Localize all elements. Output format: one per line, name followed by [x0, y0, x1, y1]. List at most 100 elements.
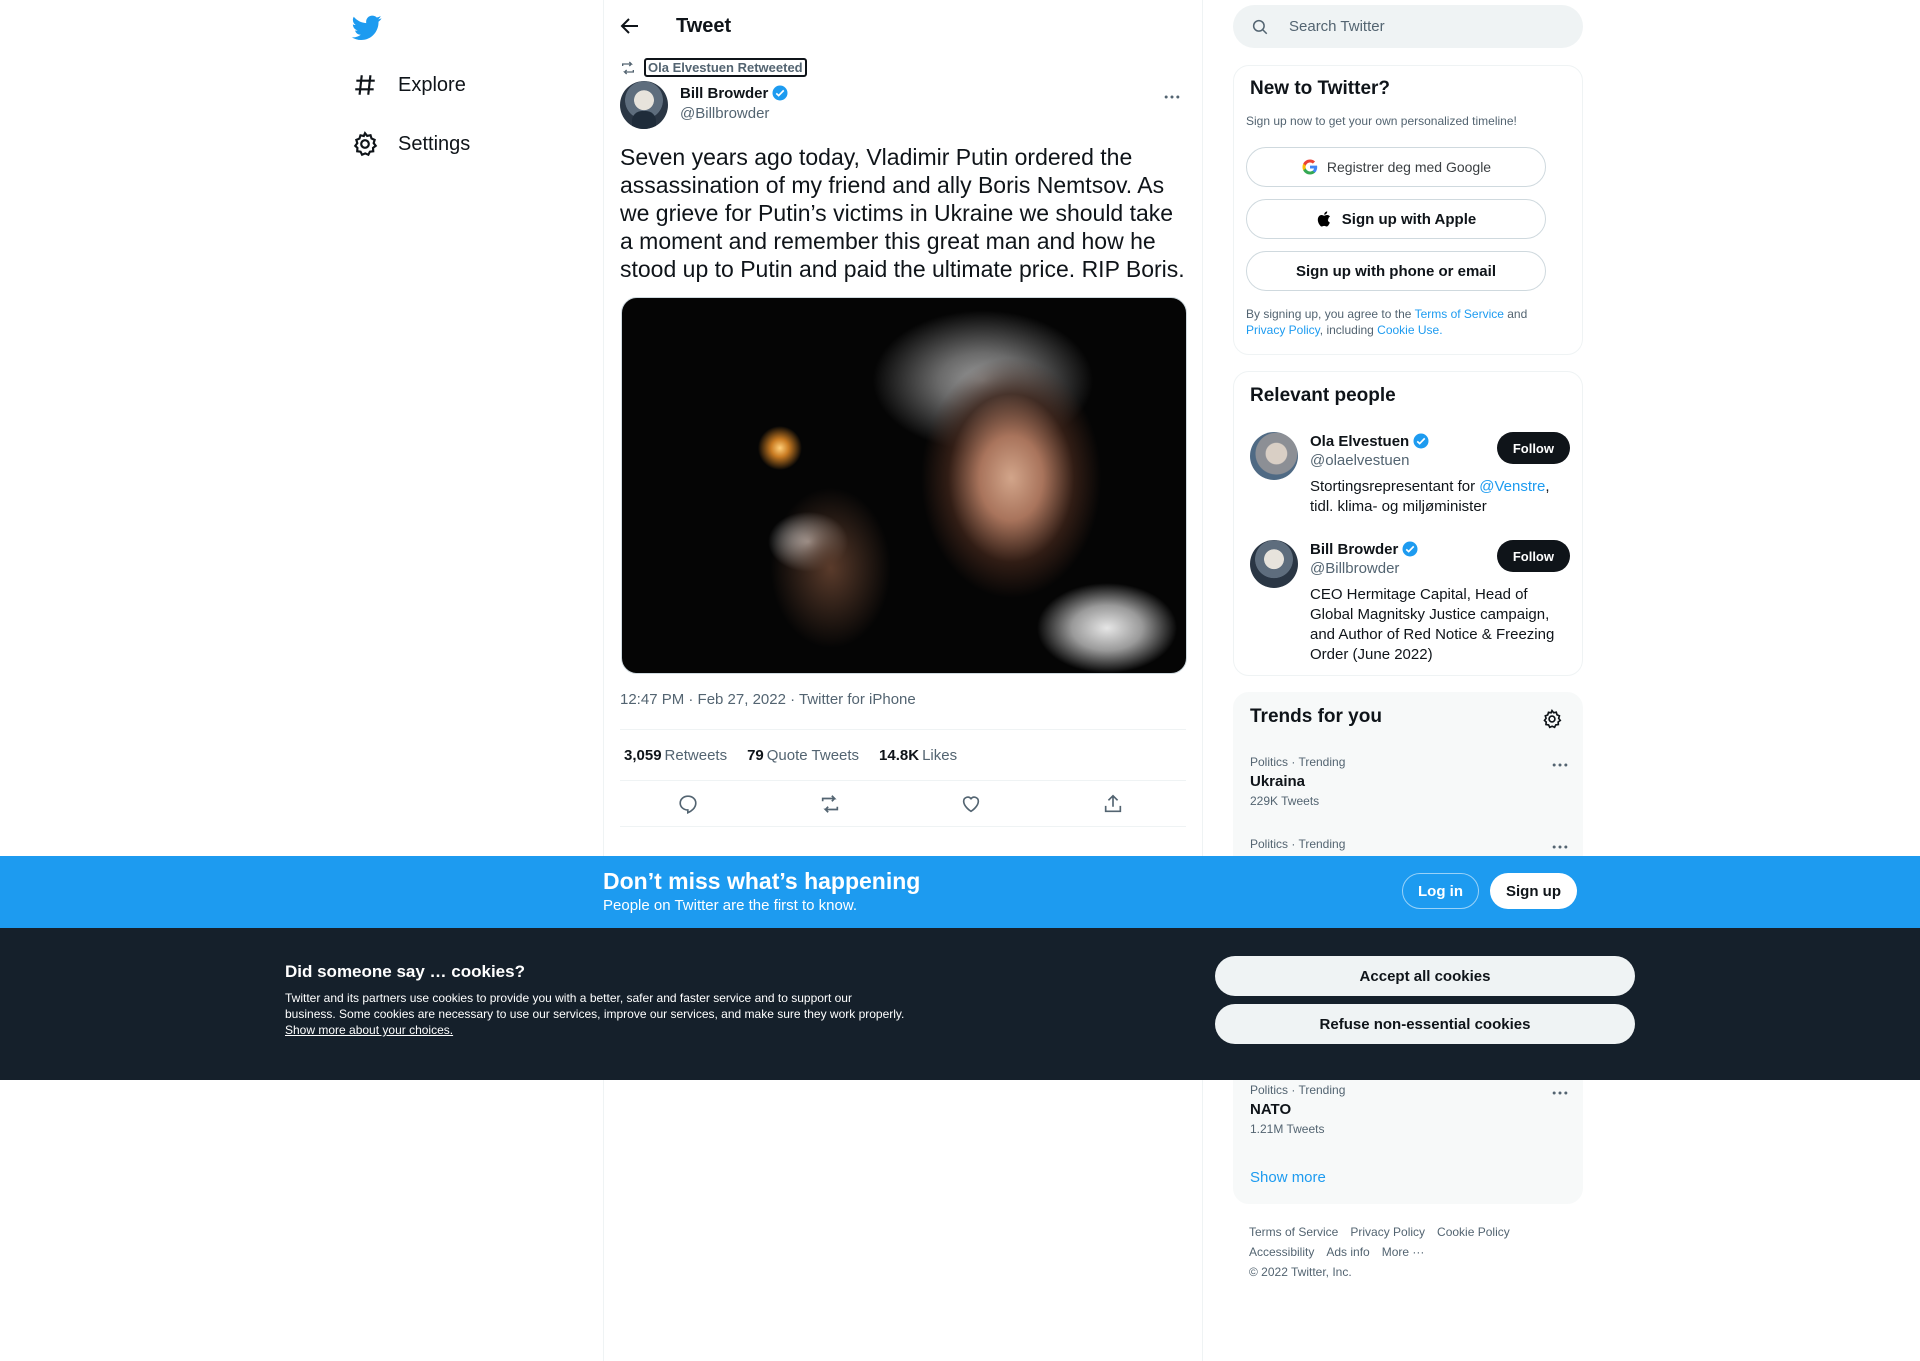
avatar[interactable] — [1250, 540, 1298, 588]
apple-signup-button[interactable]: Sign up with Apple — [1246, 199, 1546, 239]
trend-count: 1.21M Tweets — [1250, 1122, 1325, 1136]
quote-tweets-stat[interactable]: 79 Quote Tweets — [747, 747, 859, 764]
cookie-use-link[interactable]: Cookie Use. — [1377, 323, 1442, 337]
trend-name: NATO — [1250, 1101, 1292, 1118]
trend-category: Politics · Trending — [1250, 1083, 1346, 1097]
nav-explore-label: Explore — [398, 73, 466, 96]
legal-text-3: , including — [1319, 323, 1378, 337]
more-options-icon[interactable] — [1550, 837, 1570, 857]
hashtag-icon — [355, 75, 375, 95]
avatar[interactable] — [620, 81, 668, 129]
cookie-title: Did someone say … cookies? — [285, 962, 525, 981]
nav-explore[interactable]: Explore — [352, 72, 466, 98]
signup-legal-text: By signing up, you agree to the Terms of… — [1246, 306, 1566, 338]
trend-count: 229K Tweets — [1250, 794, 1320, 808]
retweet-icon — [622, 61, 634, 74]
retweet-icon[interactable] — [819, 793, 841, 815]
likes-count: 14.8K — [879, 746, 920, 764]
google-signup-label: Registrer deg med Google — [1326, 159, 1492, 175]
footer-cookie-link[interactable]: Cookie Policy — [1437, 1225, 1510, 1239]
footer-ads-link[interactable]: Ads info — [1326, 1245, 1369, 1259]
more-options-icon[interactable] — [1550, 1083, 1570, 1103]
copyright: © 2022 Twitter, Inc. — [1249, 1265, 1352, 1279]
retweeted-by-link[interactable]: Ola Elvestuen Retweeted — [644, 58, 807, 77]
person-handle: @Billbrowder — [1310, 560, 1400, 577]
cookie-consent-bar: Did someone say … cookies? Twitter and i… — [0, 928, 1920, 1080]
person-name: Ola Elvestuen — [1310, 432, 1410, 450]
search-icon — [1252, 19, 1268, 35]
banner-title: Don’t miss what’s happening — [603, 868, 921, 894]
retweet-context: Ola Elvestuen Retweeted — [620, 58, 807, 77]
retweets-stat[interactable]: 3,059 Retweets — [624, 747, 727, 764]
footer-row-2: Accessibility Ads info More ··· — [1249, 1242, 1569, 1262]
relevant-people-card: Relevant people Ola Elvestuen @olaelvest… — [1233, 371, 1583, 676]
search-input[interactable] — [1289, 5, 1569, 48]
trend-category: Politics · Trending — [1250, 755, 1346, 769]
footer-more-link[interactable]: More ··· — [1382, 1245, 1425, 1259]
retweets-count: 3,059 — [624, 746, 662, 764]
nav-settings[interactable]: Settings — [352, 131, 470, 157]
tweet-stats: 3,059 Retweets 79 Quote Tweets 14.8K Likes — [620, 729, 1186, 781]
apple-logo-icon — [1317, 211, 1330, 227]
verified-badge-icon — [772, 85, 788, 101]
trends-title: Trends for you — [1250, 706, 1382, 727]
refuse-cookies-button[interactable]: Refuse non-essential cookies — [1215, 1004, 1635, 1044]
privacy-policy-link[interactable]: Privacy Policy — [1246, 323, 1320, 337]
follow-button[interactable]: Follow — [1496, 432, 1570, 464]
quotes-count: 79 — [747, 746, 764, 764]
back-arrow-icon[interactable] — [618, 14, 642, 38]
phone-email-signup-button[interactable]: Sign up with phone or email — [1246, 251, 1546, 291]
login-button[interactable]: Log in — [1402, 873, 1479, 909]
cookie-body: Twitter and its partners use cookies to … — [285, 991, 905, 1021]
like-heart-icon[interactable] — [960, 793, 982, 815]
tweet-timestamp[interactable]: 12:47 PM · Feb 27, 2022 · Twitter for iP… — [620, 691, 916, 708]
author-name-row[interactable]: Bill Browder — [680, 84, 789, 102]
tweet-text: Seven years ago today, Vladimir Putin or… — [620, 144, 1185, 282]
follow-button[interactable]: Follow — [1496, 540, 1570, 572]
page-title: Tweet — [676, 15, 732, 37]
footer-privacy-link[interactable]: Privacy Policy — [1350, 1225, 1425, 1239]
footer-row-1: Terms of Service Privacy Policy Cookie Pol… — [1249, 1222, 1569, 1242]
cookie-text: Twitter and its partners use cookies to … — [285, 990, 905, 1038]
trend-item[interactable]: Politics · Trending Ukraina 229K Tweets — [1250, 755, 1570, 815]
gear-icon[interactable] — [1542, 709, 1562, 729]
signup-button[interactable]: Sign up — [1490, 873, 1577, 909]
accept-cookies-button[interactable]: Accept all cookies — [1215, 956, 1635, 996]
author-name: Bill Browder — [680, 84, 769, 102]
likes-label: Likes — [922, 746, 958, 764]
legal-text-2: and — [1503, 307, 1528, 321]
twitter-bird-icon[interactable] — [350, 12, 384, 42]
likes-stat[interactable]: 14.8K Likes — [879, 747, 957, 764]
cookie-choices-link[interactable]: Show more about your choices. — [285, 1023, 453, 1037]
verified-badge-icon — [1413, 433, 1429, 449]
tweet-photo[interactable] — [621, 297, 1187, 674]
author-handle[interactable]: @Billbrowder — [680, 105, 769, 122]
terms-of-service-link[interactable]: Terms of Service — [1415, 307, 1504, 321]
footer-terms-link[interactable]: Terms of Service — [1249, 1225, 1338, 1239]
reply-icon[interactable] — [677, 793, 699, 815]
legal-text-1: By signing up, you agree to the — [1246, 307, 1415, 321]
person-name-row[interactable]: Ola Elvestuen — [1310, 432, 1430, 450]
relevant-people-title: Relevant people — [1250, 385, 1396, 406]
show-more-link[interactable]: Show more — [1250, 1169, 1326, 1186]
tweet-actions — [620, 781, 1186, 827]
trend-item[interactable]: Politics · Trending NATO 1.21M Tweets — [1250, 1083, 1570, 1143]
share-icon[interactable] — [1102, 793, 1124, 815]
banner-subtitle: People on Twitter are the first to know. — [603, 897, 858, 914]
more-options-icon[interactable] — [1162, 87, 1182, 107]
tweet-header: Tweet — [604, 0, 1202, 53]
person-name-row[interactable]: Bill Browder — [1310, 540, 1419, 558]
gear-icon — [353, 131, 378, 157]
trend-name: Ukraina — [1250, 773, 1306, 790]
google-signup-button[interactable]: Registrer deg med Google — [1246, 147, 1546, 187]
google-logo-icon — [1302, 159, 1318, 175]
new-to-twitter-card: New to Twitter? Sign up now to get your … — [1233, 65, 1583, 355]
apple-signup-label: Sign up with Apple — [1341, 210, 1477, 228]
tweet-author: Bill Browder @Billbrowder — [620, 81, 1190, 131]
new-to-twitter-subtitle: Sign up now to get your own personalized… — [1246, 114, 1517, 128]
venstre-mention-link[interactable]: @Venstre — [1479, 478, 1545, 495]
avatar[interactable] — [1250, 432, 1298, 480]
footer-accessibility-link[interactable]: Accessibility — [1249, 1245, 1314, 1259]
person-handle: @olaelvestuen — [1310, 452, 1410, 469]
more-options-icon[interactable] — [1550, 755, 1570, 775]
